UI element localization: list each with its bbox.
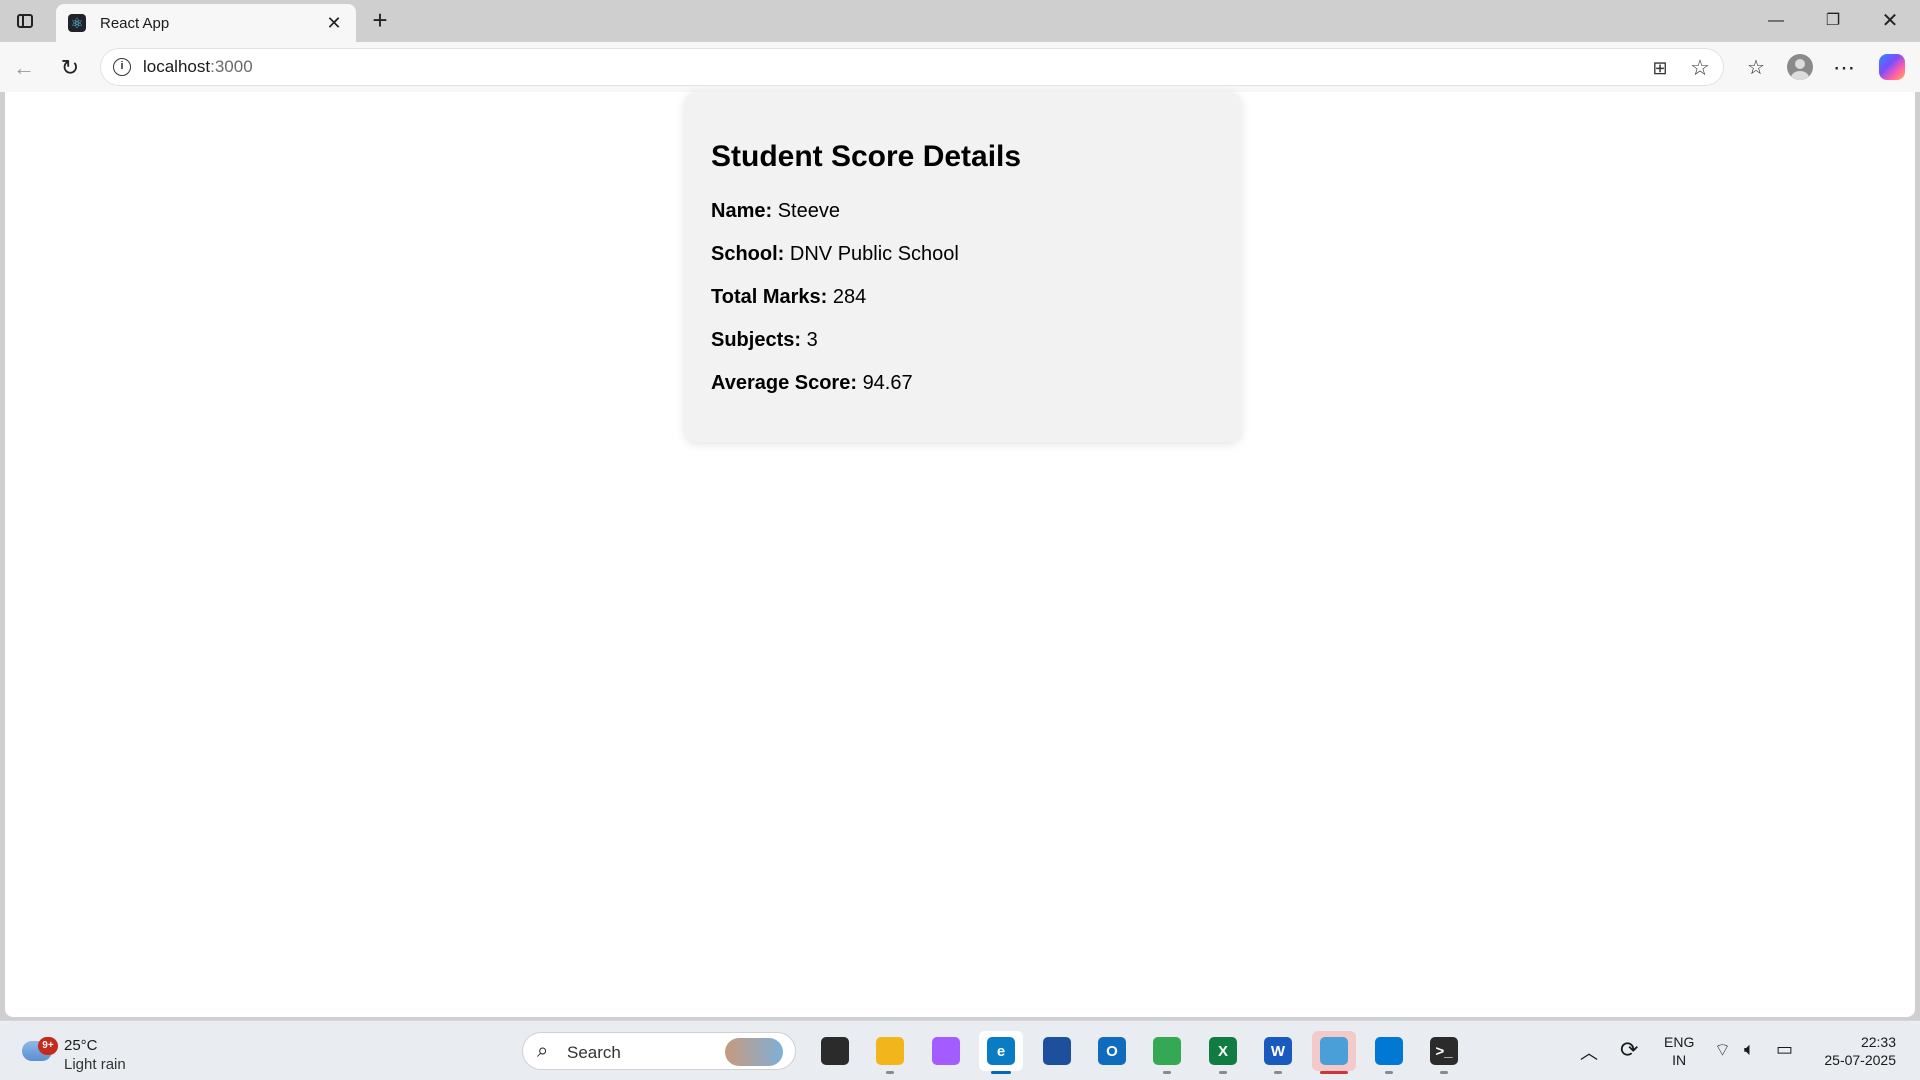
lang-line2: IN	[1672, 1052, 1687, 1068]
tab-actions-icon[interactable]	[12, 8, 38, 34]
close-window-button[interactable]: ✕	[1862, 4, 1918, 38]
vscode-icon	[1375, 1037, 1403, 1065]
weather-widget[interactable]: 9+ 25°C Light rain	[20, 1029, 140, 1073]
total-marks-field: Total Marks: 284	[711, 286, 1215, 310]
search-highlight-icon	[725, 1038, 783, 1066]
taskbar-app-terminal[interactable]: >_	[1422, 1031, 1466, 1074]
school-field: School: DNV Public School	[711, 243, 1215, 267]
field-value: Steeve	[777, 200, 840, 222]
field-value: 3	[806, 329, 818, 351]
browser-tab[interactable]: ⚛ React App ✕	[56, 4, 356, 42]
app-available-icon[interactable]: ⊞	[1649, 57, 1671, 79]
browser-toolbar: ← ↻ i localhost:3000 ⊞ ☆ ☆ ⋯	[0, 42, 1920, 92]
favorites-icon[interactable]: ☆	[1742, 54, 1770, 82]
running-indicator	[1163, 1071, 1171, 1074]
new-tab-button[interactable]: +	[364, 6, 396, 36]
remote-desktop-icon	[1320, 1037, 1348, 1065]
more-options-icon[interactable]: ⋯	[1830, 54, 1858, 82]
field-value: 284	[832, 286, 867, 308]
running-indicator	[1320, 1071, 1348, 1074]
running-indicator	[1385, 1071, 1393, 1074]
student-score-card: Student Score Details Name: Steeve Schoo…	[685, 92, 1241, 442]
react-logo-icon: ⚛	[68, 14, 86, 32]
taskbar-app-copilot[interactable]	[924, 1031, 968, 1071]
minimize-button[interactable]: —	[1748, 4, 1804, 38]
clock[interactable]: 22:33 25-07-2025	[1816, 1033, 1896, 1080]
field-value: 94.67	[862, 372, 913, 394]
taskbar-app-vscode[interactable]	[1367, 1031, 1411, 1074]
start-button[interactable]	[467, 1031, 511, 1071]
taskbar-app-chrome[interactable]	[1145, 1031, 1189, 1074]
taskbar-app-outlook[interactable]: O	[1090, 1031, 1134, 1071]
average-score-field: Average Score: 94.67	[711, 372, 1215, 396]
excel-icon: X	[1209, 1037, 1237, 1065]
address-bar[interactable]: i localhost:3000 ⊞ ☆	[100, 48, 1724, 86]
task-view-icon	[821, 1037, 849, 1065]
back-button[interactable]: ←	[8, 52, 40, 84]
profile-avatar-icon[interactable]	[1786, 54, 1814, 82]
lang-line1: ENG	[1664, 1034, 1695, 1050]
field-label: Subjects:	[711, 329, 802, 351]
search-icon: ⌕	[537, 1040, 549, 1062]
field-label: Total Marks:	[711, 286, 828, 308]
notification-badge: 9+	[38, 1037, 58, 1055]
field-label: School:	[711, 243, 785, 265]
tab-close-icon[interactable]: ✕	[324, 13, 344, 34]
field-label: Name:	[711, 200, 773, 222]
windows-logo-icon	[475, 1037, 503, 1065]
running-indicator	[991, 1071, 1011, 1074]
copilot-icon	[932, 1037, 960, 1065]
taskbar-app-word[interactable]: W	[1256, 1031, 1300, 1074]
terminal-icon: >_	[1430, 1037, 1458, 1065]
clock-date: 25-07-2025	[1824, 1052, 1896, 1068]
taskbar-app-excel[interactable]: X	[1201, 1031, 1245, 1074]
subjects-field: Subjects: 3	[711, 329, 1215, 353]
running-indicator	[1219, 1071, 1227, 1074]
name-field: Name: Steeve	[711, 200, 1215, 224]
restore-button[interactable]: ❐	[1805, 4, 1861, 38]
windows-taskbar: 9+ 25°C Light rain ⌕ Search e O X W >_ ︿ ⟳ E…	[0, 1020, 1920, 1080]
taskbar-app-microsoft-store[interactable]	[1035, 1031, 1079, 1071]
weather-temperature: 25°C	[64, 1037, 98, 1054]
volume-icon[interactable]: 🔈︎	[1744, 1039, 1755, 1080]
running-indicator	[1440, 1071, 1448, 1074]
url-host: localhost	[143, 57, 211, 76]
taskbar-app-task-view[interactable]	[813, 1031, 857, 1071]
browser-titlebar: ⚛ React App ✕ + — ❐ ✕	[0, 0, 1920, 42]
taskbar-app-edge[interactable]: e	[979, 1031, 1023, 1074]
weather-description: Light rain	[64, 1056, 126, 1073]
chrome-icon	[1153, 1037, 1181, 1065]
clock-time: 22:33	[1860, 1034, 1896, 1050]
sync-icon[interactable]: ⟳	[1620, 1037, 1638, 1080]
edge-icon: e	[987, 1037, 1015, 1065]
running-indicator	[1274, 1071, 1282, 1074]
taskbar-app-file-explorer[interactable]	[868, 1031, 912, 1074]
wifi-icon[interactable]: ⌔	[1714, 1039, 1731, 1080]
input-language-indicator[interactable]: ENG IN	[1664, 1033, 1694, 1080]
word-icon: W	[1264, 1037, 1292, 1065]
search-placeholder: Search	[567, 1043, 621, 1062]
tab-title: React App	[100, 14, 170, 32]
outlook-icon: O	[1098, 1037, 1126, 1065]
file-explorer-icon	[876, 1037, 904, 1065]
add-favorite-star-icon[interactable]: ☆	[1689, 57, 1711, 79]
field-label: Average Score:	[711, 372, 857, 394]
reload-button[interactable]: ↻	[54, 52, 86, 84]
page-viewport: Student Score Details Name: Steeve Schoo…	[5, 92, 1915, 1017]
url-port: :3000	[210, 57, 253, 76]
copilot-icon[interactable]	[1878, 54, 1906, 82]
field-value: DNV Public School	[789, 243, 959, 265]
running-indicator	[886, 1071, 894, 1074]
page-title: Student Score Details	[711, 140, 1022, 173]
site-info-icon[interactable]: i	[113, 58, 131, 76]
microsoft-store-icon	[1043, 1037, 1071, 1065]
taskbar-app-remote-desktop[interactable]	[1312, 1031, 1356, 1074]
show-hidden-icons-chevron-icon[interactable]: ︿	[1580, 1039, 1598, 1080]
url-text[interactable]: localhost:3000	[143, 57, 253, 77]
battery-icon[interactable]: ▭	[1776, 1039, 1793, 1080]
taskbar-search[interactable]: ⌕ Search	[522, 1032, 796, 1070]
